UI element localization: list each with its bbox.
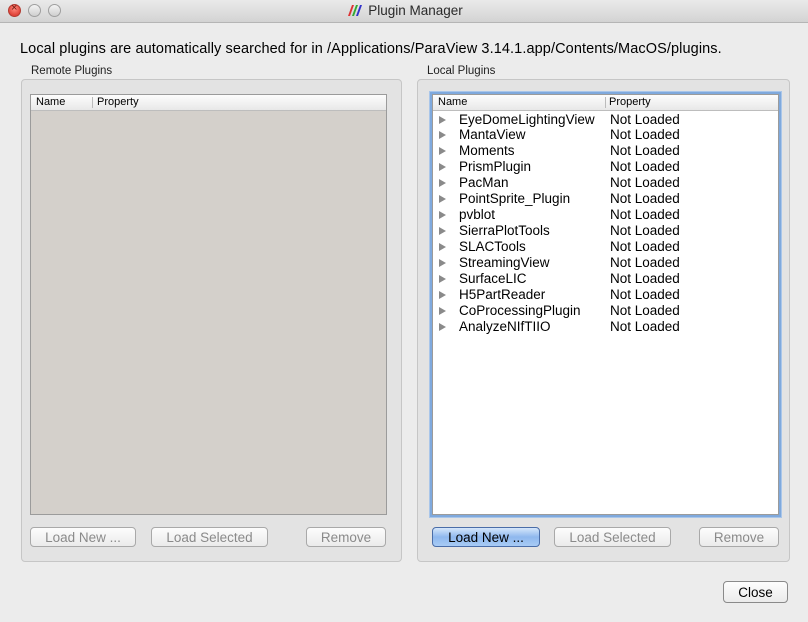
expand-arrow-icon[interactable] xyxy=(439,179,446,187)
plugin-row[interactable]: PacMan Not Loaded xyxy=(433,175,778,191)
plugin-name: PointSprite_Plugin xyxy=(459,191,571,206)
local-plugins-group: Name Property EyeDomeLightingView Not Loa… xyxy=(417,79,790,562)
plugin-name: CoProcessingPlugin xyxy=(459,303,581,318)
plugin-name: pvblot xyxy=(459,207,496,222)
local-header-property[interactable]: Property xyxy=(609,96,651,108)
plugin-name: PacMan xyxy=(459,175,509,190)
remote-remove-button[interactable]: Remove xyxy=(306,527,386,547)
expand-arrow-icon[interactable] xyxy=(439,243,446,251)
expand-arrow-icon[interactable] xyxy=(439,163,446,171)
plugin-row[interactable]: PrismPlugin Not Loaded xyxy=(433,159,778,175)
plugin-row[interactable]: EyeDomeLightingView Not Loaded xyxy=(433,112,778,128)
plugin-status: Not Loaded xyxy=(610,143,680,158)
plugin-row[interactable]: H5PartReader Not Loaded xyxy=(433,287,778,303)
local-load-new-button[interactable]: Load New ... xyxy=(432,527,540,547)
plugin-status: Not Loaded xyxy=(610,175,680,190)
plugin-status: Not Loaded xyxy=(610,112,680,127)
plugin-status: Not Loaded xyxy=(610,271,680,286)
plugin-status: Not Loaded xyxy=(610,191,680,206)
expand-arrow-icon[interactable] xyxy=(439,195,446,203)
local-plugins-tree[interactable]: Name Property EyeDomeLightingView Not Loa… xyxy=(432,94,779,515)
plugin-name: MantaView xyxy=(459,127,526,142)
expand-arrow-icon[interactable] xyxy=(439,116,446,124)
plugin-name: Moments xyxy=(459,143,515,158)
local-header-name[interactable]: Name xyxy=(438,96,467,108)
local-plugins-label: Local Plugins xyxy=(427,65,496,77)
plugin-row[interactable]: SurfaceLIC Not Loaded xyxy=(433,271,778,287)
plugin-status: Not Loaded xyxy=(610,287,680,302)
remote-header-name[interactable]: Name xyxy=(36,96,65,108)
window-title: Plugin Manager xyxy=(368,3,463,18)
plugin-status: Not Loaded xyxy=(610,303,680,318)
local-load-selected-button[interactable]: Load Selected xyxy=(554,527,671,547)
plugin-name: H5PartReader xyxy=(459,287,546,302)
title-bar: Plugin Manager xyxy=(0,0,808,23)
plugin-status: Not Loaded xyxy=(610,207,680,222)
plugin-name: EyeDomeLightingView xyxy=(459,112,595,127)
plugin-status: Not Loaded xyxy=(610,319,680,334)
plugin-status: Not Loaded xyxy=(610,239,680,254)
local-plugin-list: EyeDomeLightingView Not Loaded MantaView No… xyxy=(433,111,778,335)
plugin-status: Not Loaded xyxy=(610,223,680,238)
paraview-logo-icon xyxy=(348,5,363,16)
local-tree-header: Name Property xyxy=(433,95,778,111)
remote-load-selected-button[interactable]: Load Selected xyxy=(151,527,268,547)
plugin-status: Not Loaded xyxy=(610,159,680,174)
plugin-name: AnalyzeNIfTIIO xyxy=(459,319,551,334)
remote-header-property[interactable]: Property xyxy=(97,96,139,108)
plugin-name: SLACTools xyxy=(459,239,526,254)
plugin-row[interactable]: StreamingView Not Loaded xyxy=(433,255,778,271)
expand-arrow-icon[interactable] xyxy=(439,259,446,267)
remote-tree-header: Name Property xyxy=(31,95,386,111)
plugin-name: PrismPlugin xyxy=(459,159,532,174)
plugin-row[interactable]: pvblot Not Loaded xyxy=(433,207,778,223)
plugin-name: SurfaceLIC xyxy=(459,271,527,286)
expand-arrow-icon[interactable] xyxy=(439,307,446,315)
plugin-row[interactable]: Moments Not Loaded xyxy=(433,143,778,159)
plugin-search-path-info: Local plugins are automatically searched… xyxy=(20,41,722,57)
plugin-row[interactable]: SLACTools Not Loaded xyxy=(433,239,778,255)
expand-arrow-icon[interactable] xyxy=(439,323,446,331)
expand-arrow-icon[interactable] xyxy=(439,211,446,219)
plugin-status: Not Loaded xyxy=(610,127,680,142)
remote-plugins-tree[interactable]: Name Property xyxy=(30,94,387,515)
expand-arrow-icon[interactable] xyxy=(439,275,446,283)
plugin-status: Not Loaded xyxy=(610,255,680,270)
remote-plugins-group: Name Property Load New ... Load Selected… xyxy=(21,79,402,562)
remote-load-new-button[interactable]: Load New ... xyxy=(30,527,136,547)
plugin-row[interactable]: CoProcessingPlugin Not Loaded xyxy=(433,303,778,319)
plugin-row[interactable]: SierraPlotTools Not Loaded xyxy=(433,223,778,239)
close-button[interactable]: Close xyxy=(723,581,788,603)
remote-plugins-label: Remote Plugins xyxy=(31,65,113,77)
local-remove-button[interactable]: Remove xyxy=(699,527,779,547)
plugin-name: StreamingView xyxy=(459,255,550,270)
expand-arrow-icon[interactable] xyxy=(439,291,446,299)
expand-arrow-icon[interactable] xyxy=(439,147,446,155)
plugin-row[interactable]: PointSprite_Plugin Not Loaded xyxy=(433,191,778,207)
plugin-row[interactable]: MantaView Not Loaded xyxy=(433,127,778,143)
plugin-name: SierraPlotTools xyxy=(459,223,550,238)
plugin-row[interactable]: AnalyzeNIfTIIO Not Loaded xyxy=(433,319,778,335)
expand-arrow-icon[interactable] xyxy=(439,131,446,139)
expand-arrow-icon[interactable] xyxy=(439,227,446,235)
